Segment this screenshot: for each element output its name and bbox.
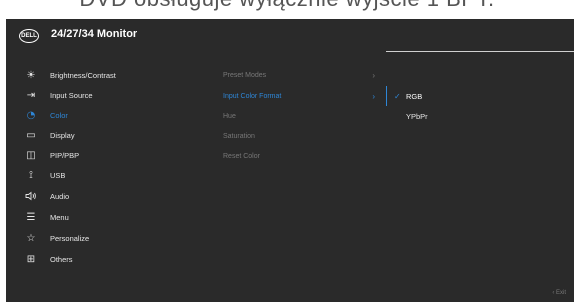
- menu-item-pip-pbp[interactable]: ◫ PIP/PBP: [6, 145, 206, 165]
- others-icon: ⊞: [26, 253, 36, 265]
- selection-indicator: [386, 86, 387, 106]
- menu-item-label: PIP/PBP: [50, 150, 80, 160]
- submenu-input-color-format[interactable]: Input Color Format ›: [223, 86, 383, 106]
- menu-item-label: Audio: [50, 191, 70, 201]
- submenu-label: Reset Color: [223, 152, 260, 160]
- submenu-saturation[interactable]: Saturation: [223, 126, 383, 146]
- usb-icon: ⟟: [29, 169, 33, 181]
- pip-icon: ◫: [26, 149, 36, 161]
- speaker-icon: [25, 191, 36, 201]
- menu-item-label: Others: [50, 254, 73, 264]
- header-divider: [386, 51, 574, 52]
- menu-item-personalize[interactable]: ☆ Personalize: [6, 228, 206, 248]
- input-source-icon: ⇥: [26, 89, 36, 101]
- submenu-hue[interactable]: Hue: [223, 106, 383, 126]
- menu-item-label: Personalize: [50, 233, 90, 243]
- option-label: YPbPr: [406, 111, 428, 121]
- audio-icon: [24, 189, 38, 203]
- menu-item-display[interactable]: ▭ Display: [6, 125, 206, 145]
- menu-item-menu[interactable]: ☰ Menu: [6, 207, 206, 227]
- monitor-osd: DELL 24/27/34 Monitor ☀ Brightness/Contr…: [6, 19, 574, 302]
- menu-item-input-source[interactable]: ⇥ Input Source: [6, 85, 206, 105]
- menu-item-label: Color: [50, 110, 68, 120]
- menu-item-label: Display: [50, 130, 75, 140]
- exit-button[interactable]: ‹ Exit: [552, 290, 566, 296]
- option-ypbpr[interactable]: YPbPr: [394, 106, 484, 126]
- caption-text: DVD obsługuje wyłącznie wyjście 1 BPT.: [0, 0, 574, 12]
- submenu-preset-modes[interactable]: Preset Modes ›: [223, 65, 383, 85]
- osd-title: 24/27/34 Monitor: [51, 28, 138, 40]
- menu-item-color[interactable]: ◔ Color: [6, 105, 206, 125]
- submenu-label: Hue: [223, 112, 236, 120]
- submenu-label: Preset Modes: [223, 71, 267, 79]
- star-icon: ☆: [26, 232, 36, 244]
- menu-icon: ☰: [26, 211, 36, 223]
- menu-item-label: Brightness/Contrast: [50, 70, 116, 80]
- menu-item-usb[interactable]: ⟟ USB: [6, 165, 206, 185]
- chevron-right-icon: ›: [372, 91, 375, 101]
- menu-item-others[interactable]: ⊞ Others: [6, 249, 206, 269]
- color-icon: ◔: [26, 109, 36, 121]
- menu-item-brightness-contrast[interactable]: ☀ Brightness/Contrast: [6, 65, 206, 85]
- submenu-label: Input Color Format: [223, 92, 282, 100]
- submenu-label: Saturation: [223, 132, 255, 140]
- chevron-right-icon: ›: [372, 70, 375, 80]
- submenu-reset-color[interactable]: Reset Color: [223, 146, 383, 166]
- menu-item-label: Input Source: [50, 90, 93, 100]
- check-icon: ✓: [394, 91, 401, 101]
- menu-item-label: Menu: [50, 212, 69, 222]
- menu-item-audio[interactable]: Audio: [6, 186, 206, 206]
- osd-header: DELL 24/27/34 Monitor: [6, 19, 574, 55]
- display-icon: ▭: [26, 129, 36, 141]
- option-rgb[interactable]: ✓ RGB: [394, 86, 484, 106]
- dell-logo: DELL: [19, 29, 39, 43]
- menu-item-label: USB: [50, 170, 66, 180]
- brightness-icon: ☀: [26, 69, 36, 81]
- option-label: RGB: [406, 91, 423, 101]
